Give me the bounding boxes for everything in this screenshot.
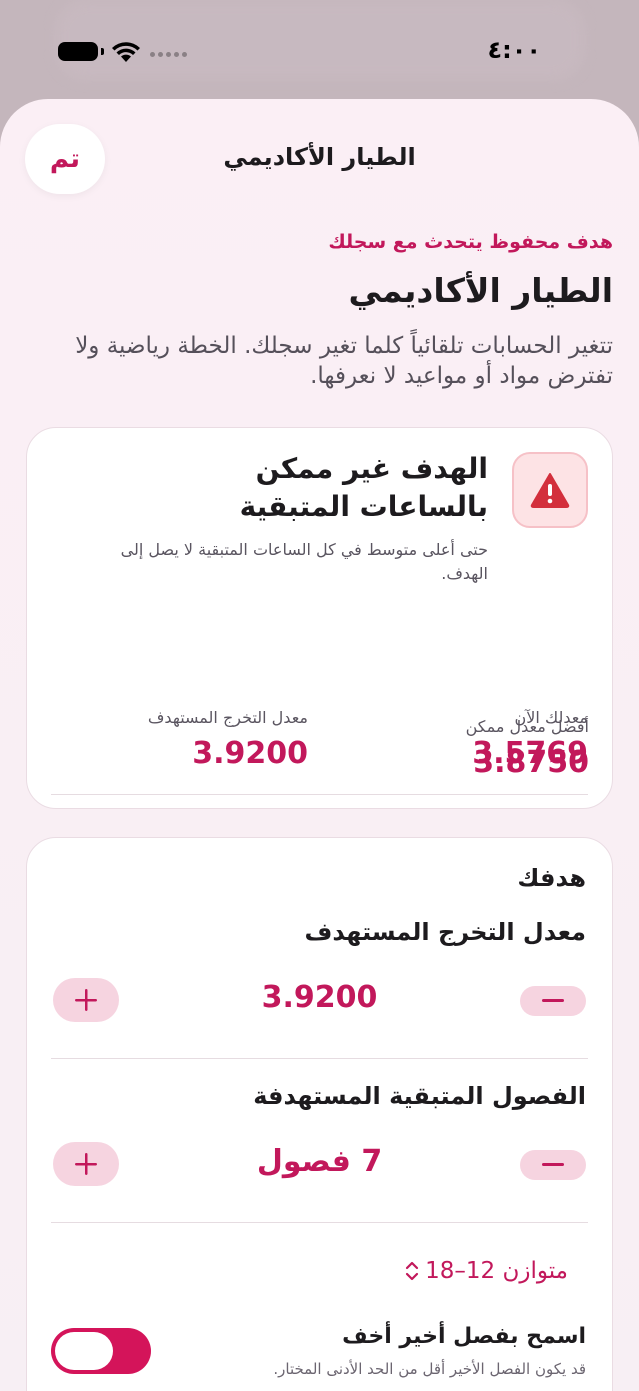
lighter-term-label: اسمح بفصل أخير أخف: [342, 1324, 586, 1349]
minus-icon: [542, 1163, 564, 1166]
wifi-icon: [112, 42, 140, 62]
plus-icon: [75, 1153, 97, 1175]
minus-icon: [542, 999, 564, 1002]
warning-title: الهدف غير ممكن بالساعات المتبقية: [239, 452, 488, 523]
warning-icon-container: [512, 452, 588, 528]
remaining-terms-stepper-value: 7 فصول: [256, 1144, 383, 1179]
chevron-up-down-icon: [405, 1261, 419, 1281]
goal-divider-2: [51, 1222, 588, 1223]
warning-triangle-icon: [530, 473, 570, 508]
best-gpa-value: 3.8750: [473, 745, 589, 780]
intro-description: تتغير الحسابات تلقائياً كلما تغير سجلك. …: [75, 333, 613, 389]
target-gpa-decrement-button[interactable]: [520, 986, 586, 1016]
remaining-terms-increment-button[interactable]: [53, 1142, 119, 1186]
target-gpa-title: معدل التخرج المستهدف: [304, 918, 587, 946]
goal-divider-1: [51, 1058, 588, 1059]
target-gpa-increment-button[interactable]: [53, 978, 119, 1022]
remaining-terms-decrement-button[interactable]: [520, 1150, 586, 1180]
status-bar: ٤:٠٠: [0, 0, 639, 100]
best-gpa-row: أفضل معدل ممكن 3.8750: [26, 697, 613, 809]
load-mode-label: متوازن 12–18: [425, 1258, 568, 1284]
lighter-term-toggle[interactable]: [51, 1328, 151, 1374]
load-mode-selector[interactable]: متوازن 12–18: [405, 1258, 568, 1284]
remaining-terms-title: الفصول المتبقية المستهدفة: [253, 1082, 586, 1110]
best-gpa-label: أفضل معدل ممكن: [465, 717, 589, 736]
goal-settings-card: هدفك معدل التخرج المستهدف 3.9200 الفصول …: [26, 837, 613, 1391]
toggle-knob: [55, 1332, 113, 1370]
sheet-title: الطيار الأكاديمي: [223, 143, 416, 171]
battery-icon: [58, 42, 104, 61]
academic-pilot-sheet: تم الطيار الأكاديمي هدف محفوظ يتحدث مع س…: [0, 99, 639, 1391]
goal-section-title: هدفك: [517, 864, 586, 892]
target-gpa-stepper-value: 3.9200: [261, 980, 378, 1015]
status-time: ٤:٠٠: [487, 36, 541, 64]
intro-eyebrow: هدف محفوظ يتحدث مع سجلك: [328, 231, 613, 253]
page-title: الطيار الأكاديمي: [348, 271, 614, 310]
lighter-term-description: قد يكون الفصل الأخير أقل من الحد الأدنى …: [273, 1360, 586, 1378]
warning-body: حتى أعلى متوسط في كل الساعات المتبقية لا…: [120, 540, 488, 583]
plus-icon: [75, 989, 97, 1011]
cellular-signal-icon: [150, 52, 187, 57]
